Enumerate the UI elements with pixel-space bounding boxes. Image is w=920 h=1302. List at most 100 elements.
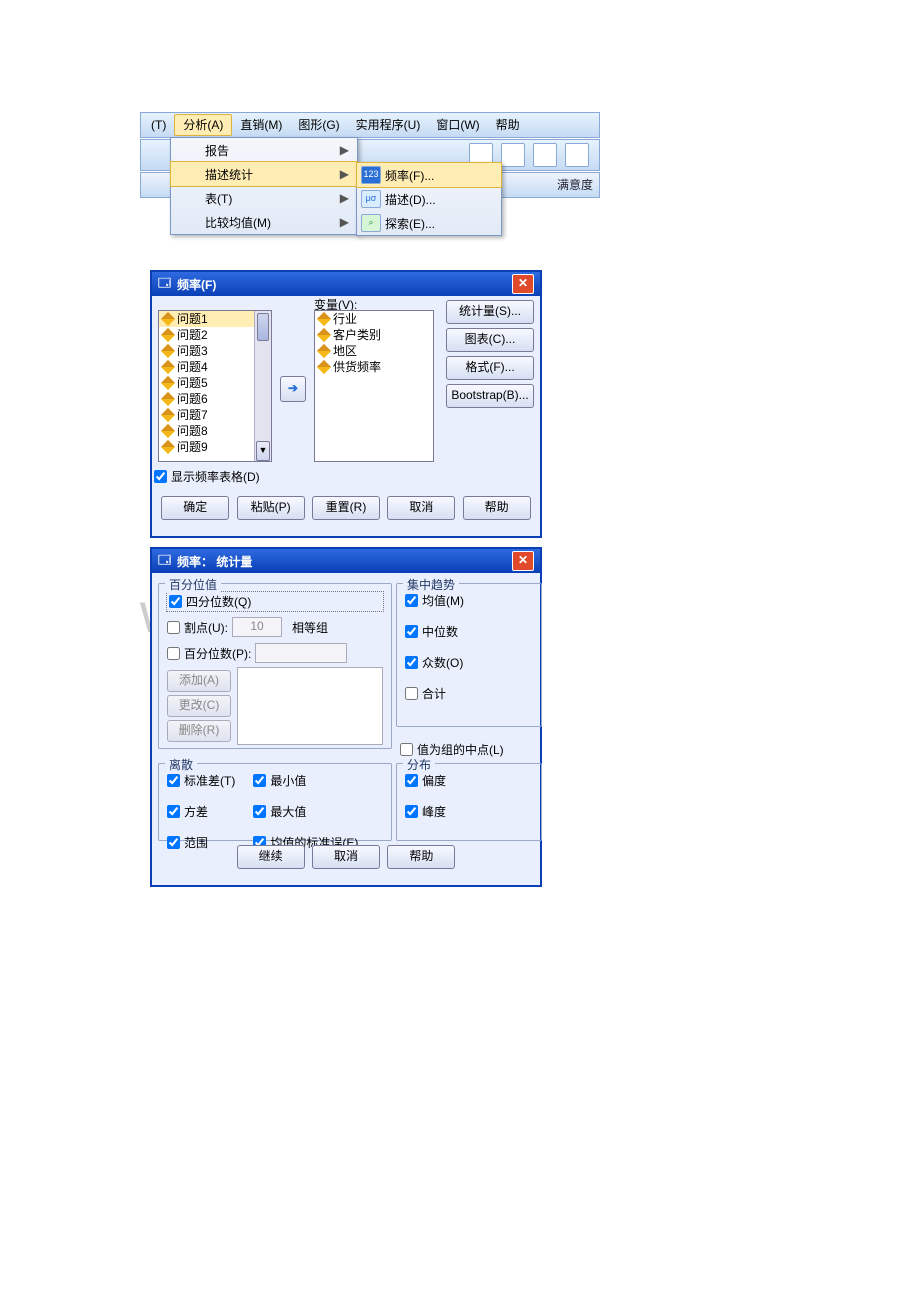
format-button[interactable]: 格式(F)... [446, 356, 534, 380]
titlebar: 🗔 频率： 统计量 ✕ [152, 549, 540, 573]
list-item[interactable]: 行业 [315, 311, 433, 327]
kurtosis-checkbox[interactable]: 峰度 [405, 803, 533, 820]
reset-button[interactable]: 重置(R) [312, 496, 380, 520]
toolbar-icon[interactable] [565, 143, 589, 167]
pencil-icon [161, 328, 175, 342]
menu-item[interactable]: (T) [143, 114, 174, 136]
checkbox-input[interactable] [405, 774, 418, 787]
pencil-icon [161, 440, 175, 454]
menu-item[interactable]: 直销(M) [232, 114, 290, 136]
titlebar: 🗔 频率(F) ✕ [152, 272, 540, 296]
pencil-icon [161, 312, 175, 326]
checkbox-input[interactable] [253, 774, 266, 787]
percentiles-checkbox[interactable] [167, 647, 180, 660]
dispersion-group: 离散 标准差(T) 方差 范围 最小值 最大值 均值的标准误(E) [158, 763, 392, 841]
remove-button[interactable]: 删除(R) [167, 720, 231, 742]
submenu-descriptives[interactable]: μσ描述(D)... [357, 187, 501, 211]
pencil-icon [161, 344, 175, 358]
checkbox-input[interactable] [253, 805, 266, 818]
menu-item-analysis[interactable]: 分析(A) [174, 114, 232, 136]
dialog-icon: 🗔 [158, 274, 171, 295]
pencil-icon [161, 360, 175, 374]
bootstrap-button[interactable]: Bootstrap(B)... [446, 384, 534, 408]
explore-icon: ⌕ [361, 214, 381, 232]
sum-checkbox[interactable]: 合计 [405, 685, 533, 702]
continue-button[interactable]: 继续 [237, 845, 305, 869]
list-item[interactable]: 客户类别 [315, 327, 433, 343]
paste-button[interactable]: 粘贴(P) [237, 496, 305, 520]
submenu-frequencies[interactable]: 123频率(F)... [356, 162, 502, 188]
percentile-list[interactable] [237, 667, 383, 745]
checkbox-input[interactable] [405, 594, 418, 607]
display-table-checkbox[interactable]: 显示频率表格(D) [154, 468, 260, 485]
pencil-icon [317, 312, 331, 326]
std-checkbox[interactable]: 标准差(T) [167, 772, 235, 789]
arrow-icon: ▶ [340, 191, 349, 205]
help-button[interactable]: 帮助 [387, 845, 455, 869]
source-listbox[interactable]: 问题1 问题2 问题3 问题4 问题5 问题6 问题7 问题8 问题9 ▼ [158, 310, 272, 462]
help-button[interactable]: 帮助 [463, 496, 531, 520]
desc-icon: μσ [361, 190, 381, 208]
central-tendency-group: 集中趋势 均值(M) 中位数 众数(O) 合计 [396, 583, 542, 727]
checkbox-input[interactable] [169, 595, 182, 608]
list-item[interactable]: 供货频率 [315, 359, 433, 375]
distribution-group: 分布 偏度 峰度 [396, 763, 542, 841]
menu-item[interactable]: 窗口(W) [428, 114, 487, 136]
pencil-icon [161, 424, 175, 438]
arrow-icon: ▶ [340, 215, 349, 229]
flyout-item[interactable]: 比较均值(M)▶ [171, 210, 357, 234]
pencil-icon [161, 392, 175, 406]
add-button[interactable]: 添加(A) [167, 670, 231, 692]
side-buttons: 统计量(S)... 图表(C)... 格式(F)... Bootstrap(B)… [446, 300, 534, 412]
checkbox-input[interactable] [167, 774, 180, 787]
menu-item[interactable]: 图形(G) [290, 114, 347, 136]
scrollbar-thumb[interactable] [257, 313, 269, 341]
mode-checkbox[interactable]: 众数(O) [405, 654, 533, 671]
pencil-icon [317, 360, 331, 374]
checkbox-input[interactable] [167, 805, 180, 818]
menu-item[interactable]: 帮助 [488, 114, 528, 136]
menu-item[interactable]: 实用程序(U) [348, 114, 429, 136]
submenu-explore[interactable]: ⌕探索(E)... [357, 211, 501, 235]
checkbox-input[interactable] [405, 805, 418, 818]
scrollbar[interactable]: ▼ [254, 311, 271, 461]
menu-bar: (T) 分析(A) 直销(M) 图形(G) 实用程序(U) 窗口(W) 帮助 [140, 112, 600, 138]
checkbox-input[interactable] [400, 743, 413, 756]
arrow-icon: ▶ [340, 167, 349, 181]
mean-checkbox[interactable]: 均值(M) [405, 592, 533, 609]
percentile-group: 百分位值 四分位数(Q) 割点(U): 10 相等组 百分位数(P): 添加(A… [158, 583, 392, 749]
list-item[interactable]: 地区 [315, 343, 433, 359]
toolbar-icon[interactable] [533, 143, 557, 167]
checkbox-input[interactable] [154, 470, 167, 483]
cancel-button[interactable]: 取消 [312, 845, 380, 869]
scrollbar-down[interactable]: ▼ [256, 441, 270, 461]
statistics-button[interactable]: 统计量(S)... [446, 300, 534, 324]
max-checkbox[interactable]: 最大值 [253, 803, 358, 820]
charts-button[interactable]: 图表(C)... [446, 328, 534, 352]
close-button[interactable]: ✕ [512, 551, 534, 571]
close-button[interactable]: ✕ [512, 274, 534, 294]
move-right-button[interactable]: ➔ [280, 376, 306, 402]
checkbox-input[interactable] [405, 656, 418, 669]
pencil-icon [317, 328, 331, 342]
flyout-item-descriptives[interactable]: 描述统计▶ [170, 161, 358, 187]
flyout-item[interactable]: 报告▶ [171, 138, 357, 162]
flyout-item[interactable]: 表(T)▶ [171, 186, 357, 210]
ok-button[interactable]: 确定 [161, 496, 229, 520]
cutpoints-checkbox[interactable] [167, 621, 180, 634]
cancel-button[interactable]: 取消 [387, 496, 455, 520]
dialog-icon: 🗔 [158, 551, 171, 572]
percentile-input[interactable] [255, 643, 347, 663]
variance-checkbox[interactable]: 方差 [167, 803, 235, 820]
dialog-title: 频率： 统计量 [177, 553, 512, 570]
toolbar-icon[interactable] [501, 143, 525, 167]
change-button[interactable]: 更改(C) [167, 695, 231, 717]
skewness-checkbox[interactable]: 偏度 [405, 772, 533, 789]
target-listbox[interactable]: 行业 客户类别 地区 供货频率 [314, 310, 434, 462]
quartiles-checkbox[interactable]: 四分位数(Q) [167, 592, 383, 611]
checkbox-input[interactable] [405, 625, 418, 638]
min-checkbox[interactable]: 最小值 [253, 772, 358, 789]
median-checkbox[interactable]: 中位数 [405, 623, 533, 640]
checkbox-input[interactable] [405, 687, 418, 700]
cutpoints-spinner[interactable]: 10 [232, 617, 282, 637]
